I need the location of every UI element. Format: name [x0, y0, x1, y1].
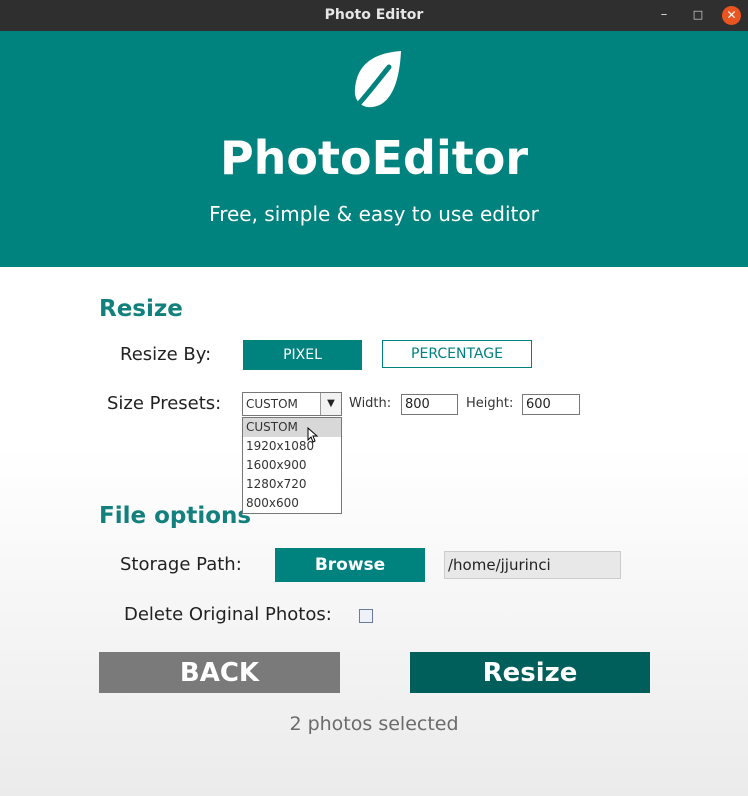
- preset-option[interactable]: CUSTOM: [243, 418, 341, 437]
- main-content: Resize Resize By: PIXEL PERCENTAGE Size …: [0, 267, 748, 796]
- window-titlebar: Photo Editor – □ ✕: [0, 0, 748, 31]
- resize-by-label: Resize By:: [120, 344, 212, 365]
- maximize-button[interactable]: □: [688, 5, 708, 25]
- size-presets-dropdown: CUSTOM 1920x1080 1600x900 1280x720 800x6…: [242, 417, 342, 514]
- size-presets-select[interactable]: CUSTOM ▼: [242, 392, 342, 416]
- width-field[interactable]: 800: [401, 394, 458, 415]
- back-button[interactable]: BACK: [99, 652, 340, 693]
- mouse-cursor-icon: [307, 427, 318, 443]
- size-presets-label: Size Presets:: [107, 393, 222, 414]
- pixel-button[interactable]: PIXEL: [243, 340, 362, 370]
- percentage-button[interactable]: PERCENTAGE: [382, 340, 532, 368]
- storage-path-field[interactable]: /home/jjurinci: [444, 551, 621, 579]
- resize-button[interactable]: Resize: [410, 652, 650, 693]
- chevron-down-icon[interactable]: ▼: [320, 393, 341, 415]
- resize-section-title: Resize: [99, 296, 183, 322]
- preset-option[interactable]: 1280x720: [243, 475, 341, 494]
- app-brand: PhotoEditor: [219, 131, 529, 185]
- close-button[interactable]: ✕: [722, 6, 741, 25]
- file-options-section-title: File options: [99, 503, 252, 529]
- width-label: Width:: [349, 396, 392, 411]
- height-field[interactable]: 600: [522, 394, 580, 415]
- preset-option[interactable]: 1600x900: [243, 456, 341, 475]
- selection-status: 2 photos selected: [289, 713, 459, 735]
- preset-option[interactable]: 800x600: [243, 494, 341, 513]
- delete-original-checkbox[interactable]: [359, 609, 373, 623]
- leaf-icon: [346, 51, 401, 117]
- delete-original-label: Delete Original Photos:: [124, 604, 332, 625]
- preset-option[interactable]: 1920x1080: [243, 437, 341, 456]
- app-tagline: Free, simple & easy to use editor: [209, 202, 539, 226]
- window-title: Photo Editor: [324, 7, 424, 23]
- browse-button[interactable]: Browse: [275, 548, 425, 582]
- minimize-button[interactable]: –: [654, 5, 674, 25]
- storage-path-label: Storage Path:: [120, 554, 242, 575]
- size-presets-value: CUSTOM: [246, 397, 298, 411]
- app-header: PhotoEditor Free, simple & easy to use e…: [0, 31, 748, 267]
- height-label: Height:: [466, 396, 514, 411]
